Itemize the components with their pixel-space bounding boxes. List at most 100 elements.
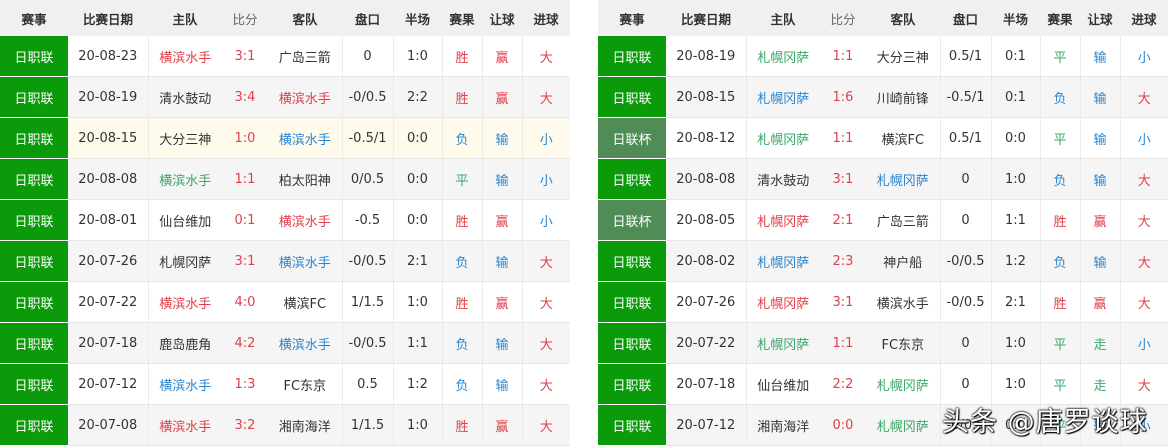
- goals-result: 小: [522, 117, 570, 159]
- table-row[interactable]: 日职联 20-07-22 札幌冈萨 1:1 FC东京 0 1:0 平走小: [598, 322, 1168, 364]
- table-row[interactable]: 日联杯 20-08-05 札幌冈萨 2:1 广岛三箭 0 1:1 胜赢大: [598, 199, 1168, 241]
- away-team: 横滨水手: [268, 76, 343, 118]
- table-row[interactable]: 日职联 20-08-08 横滨水手 1:1 柏太阳神 0/0.5 0:0 平输小: [0, 158, 570, 200]
- match-date: 20-07-22: [68, 281, 149, 323]
- goals-result: 小: [1120, 117, 1168, 159]
- score: 1:0: [222, 117, 268, 159]
- away-team: 柏太阳神: [268, 158, 343, 200]
- score: 3:1: [222, 240, 268, 282]
- half-time-score: 1:0: [991, 363, 1041, 405]
- match-result: 胜: [1040, 281, 1081, 323]
- score: 1:3: [222, 363, 268, 405]
- table-row[interactable]: 日职联 20-08-02 札幌冈萨 2:3 神户船 -0/0.5 1:2 负输大: [598, 240, 1168, 282]
- score: 3:1: [820, 158, 866, 200]
- half-time-score: 0:0: [393, 199, 443, 241]
- table-row[interactable]: 日职联 20-08-19 札幌冈萨 1:1 大分三神 0.5/1 0:1 平输小: [598, 36, 1168, 77]
- goals-result: 小: [522, 158, 570, 200]
- table-row[interactable]: 日职联 20-07-18 仙台维加 2:2 札幌冈萨 0 1:0 平走大: [598, 363, 1168, 405]
- goals-result: 大: [522, 404, 570, 446]
- home-team: 札幌冈萨: [746, 240, 820, 282]
- match-date: 20-07-26: [666, 281, 747, 323]
- league-badge: 日职联: [598, 281, 666, 323]
- goals-result: 大: [522, 363, 570, 405]
- match-date: 20-07-26: [68, 240, 149, 282]
- league-badge: 日职联: [0, 240, 68, 282]
- home-team: 札幌冈萨: [746, 199, 820, 241]
- handicap-line: 0.5/1: [940, 117, 992, 159]
- handicap-line: 1/1.5: [342, 281, 394, 323]
- match-date: 20-07-18: [68, 322, 149, 364]
- handicap-result: 输: [1080, 240, 1121, 282]
- half-time-score: 2:1: [991, 281, 1041, 323]
- handicap-result: 输: [482, 322, 523, 364]
- handicap-result: 赢: [482, 281, 523, 323]
- column-header: 赛果: [1040, 0, 1080, 36]
- handicap-line: 0.5: [342, 363, 394, 405]
- match-date: 20-08-01: [68, 199, 149, 241]
- header-row: 赛事 比赛日期 主队 比分 客队 盘口 半场 赛果 让球 进球: [0, 0, 570, 36]
- left-match-table: 赛事 比赛日期 主队 比分 客队 盘口 半场 赛果 让球 进球 日职联 20-08-23 横滨水手 3:1…: [0, 0, 570, 446]
- score: 3:1: [820, 281, 866, 323]
- away-team: 横滨FC: [866, 117, 941, 159]
- handicap-line: -0/0.5: [940, 281, 992, 323]
- home-team: 仙台维加: [746, 363, 820, 405]
- goals-result: 大: [1120, 281, 1168, 323]
- league-badge: 日联杯: [598, 117, 666, 159]
- table-row[interactable]: 日职联 20-08-08 清水鼓动 3:1 札幌冈萨 0 1:0 负输大: [598, 158, 1168, 200]
- goals-result: 大: [1120, 363, 1168, 405]
- column-header: 赛果: [442, 0, 482, 36]
- handicap-result: 输: [482, 363, 523, 405]
- table-row[interactable]: 日职联 20-07-12 横滨水手 1:3 FC东京 0.5 1:2 负输大: [0, 363, 570, 405]
- match-result: 胜: [442, 36, 483, 77]
- away-team: 神户船: [866, 240, 941, 282]
- match-date: 20-08-19: [666, 36, 747, 77]
- goals-result: 大: [522, 76, 570, 118]
- table-row[interactable]: 日职联 20-07-22 横滨水手 4:0 横滨FC 1/1.5 1:0 胜赢大: [0, 281, 570, 323]
- table-row[interactable]: 日职联 20-07-18 鹿岛鹿角 4:2 横滨水手 -0/0.5 1:1 负输大: [0, 322, 570, 364]
- home-team: 横滨水手: [148, 404, 222, 446]
- score: 1:1: [222, 158, 268, 200]
- home-team: 札幌冈萨: [746, 117, 820, 159]
- league-badge: 日职联: [0, 404, 68, 446]
- match-result: 胜: [442, 199, 483, 241]
- table-row[interactable]: 日职联 20-08-23 横滨水手 3:1 广岛三箭 0 1:0 胜赢大: [0, 36, 570, 77]
- column-header: 让球: [482, 0, 522, 36]
- table-row[interactable]: 日职联 20-08-15 大分三神 1:0 横滨水手 -0.5/1 0:0 负输小: [0, 117, 570, 159]
- column-header: 比分: [820, 0, 866, 36]
- home-team: 札幌冈萨: [148, 240, 222, 282]
- match-result: 胜: [442, 281, 483, 323]
- handicap-result: 走: [1080, 363, 1121, 405]
- table-row[interactable]: 日职联 20-07-26 札幌冈萨 3:1 横滨水手 -0/0.5 2:1 负输大: [0, 240, 570, 282]
- table-row[interactable]: 日联杯 20-08-12 札幌冈萨 1:1 横滨FC 0.5/1 0:0 平输小: [598, 117, 1168, 159]
- handicap-result: 赢: [1080, 199, 1121, 241]
- home-team: 横滨水手: [148, 36, 222, 77]
- league-badge: 日职联: [0, 322, 68, 364]
- column-header: 比赛日期: [68, 0, 148, 36]
- column-header: 盘口: [342, 0, 393, 36]
- home-team: 札幌冈萨: [746, 36, 820, 77]
- table-row[interactable]: 日职联 20-08-15 札幌冈萨 1:6 川崎前锋 -0.5/1 0:1 负输大: [598, 76, 1168, 118]
- handicap-line: -0/0.5: [342, 240, 394, 282]
- match-result: 负: [442, 117, 483, 159]
- table-row[interactable]: 日职联 20-08-01 仙台维加 0:1 横滨水手 -0.5 0:0 胜赢小: [0, 199, 570, 241]
- score: 1:1: [820, 36, 866, 77]
- score: 1:1: [820, 117, 866, 159]
- goals-result: 大: [522, 240, 570, 282]
- table-row[interactable]: 日职联 20-08-19 清水鼓动 3:4 横滨水手 -0/0.5 2:2 胜赢大: [0, 76, 570, 118]
- away-team: 横滨水手: [268, 240, 343, 282]
- goals-result: 大: [1120, 240, 1168, 282]
- handicap-result: 输: [482, 117, 523, 159]
- match-result: 平: [1040, 36, 1081, 77]
- league-badge: 日职联: [0, 158, 68, 200]
- match-date: 20-08-05: [666, 199, 747, 241]
- table-row[interactable]: 日职联 20-07-26 札幌冈萨 3:1 横滨水手 -0/0.5 2:1 胜赢大: [598, 281, 1168, 323]
- match-date: 20-07-18: [666, 363, 747, 405]
- header-row: 赛事 比赛日期 主队 比分 客队 盘口 半场 赛果 让球 进球: [598, 0, 1168, 36]
- match-date: 20-08-15: [68, 117, 149, 159]
- match-date: 20-07-12: [666, 404, 747, 446]
- half-time-score: 0:1: [991, 76, 1041, 118]
- table-row[interactable]: 日职联 20-07-08 横滨水手 3:2 湘南海洋 1/1.5 1:0 胜赢大: [0, 404, 570, 446]
- half-time-score: 1:2: [991, 240, 1041, 282]
- score: 2:1: [820, 199, 866, 241]
- away-team: 广岛三箭: [268, 36, 343, 77]
